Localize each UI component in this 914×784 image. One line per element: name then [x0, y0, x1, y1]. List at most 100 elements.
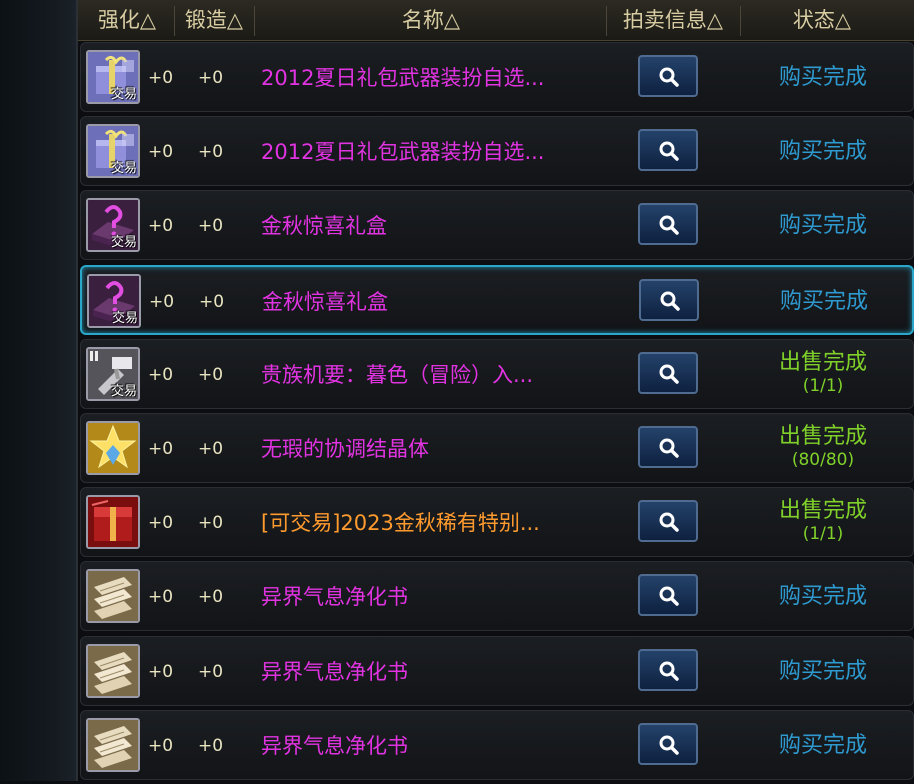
- enhance-value: +0: [148, 68, 174, 88]
- trade-tag: 交易: [110, 235, 137, 251]
- status-text: 购买完成: [741, 659, 905, 685]
- trade-tag: 交易: [110, 161, 137, 177]
- search-icon: [659, 438, 679, 458]
- red-chest-icon[interactable]: [86, 495, 140, 550]
- scroll-icon[interactable]: [86, 643, 140, 698]
- status-label: 购买完成: [778, 213, 867, 239]
- silver-hammer-icon[interactable]: 交易: [86, 346, 140, 401]
- forge-value: +0: [199, 291, 225, 312]
- search-icon: [659, 141, 679, 161]
- auction-list: 交易 +0 +0 2012夏日礼包武器装扮自选... 购买完成 交易 +0 +0…: [80, 42, 914, 784]
- auction-search-button[interactable]: [638, 351, 698, 394]
- auction-search-button[interactable]: [638, 722, 698, 765]
- search-icon: [660, 291, 680, 311]
- mystery-box-icon[interactable]: 交易: [87, 273, 141, 328]
- auction-search-button[interactable]: [638, 203, 698, 246]
- forge-value: +0: [198, 735, 224, 756]
- mystery-box-icon[interactable]: 交易: [86, 198, 140, 253]
- status-label: 购买完成: [778, 658, 867, 684]
- status-text: 出售完成 (80/80): [741, 424, 905, 470]
- status-text: 购买完成: [741, 733, 905, 759]
- auction-row[interactable]: 交易 +0 +0 贵族机要：暮色（冒险）入... 出售完成 (1/1): [80, 338, 914, 409]
- item-name[interactable]: 2012夏日礼包武器装扮自选...: [261, 66, 544, 90]
- auction-search-button[interactable]: [639, 278, 699, 321]
- header-divider: [606, 6, 607, 36]
- enhance-value: +0: [148, 513, 174, 534]
- star-crystal-icon[interactable]: [86, 420, 140, 475]
- item-name[interactable]: 异界气息净化书: [261, 585, 408, 609]
- status-label: 出售完成: [778, 498, 867, 524]
- enhance-value: +0: [148, 142, 174, 163]
- status-count: (1/1): [802, 524, 844, 545]
- forge-value: +0: [198, 587, 224, 608]
- left-panel-background: [0, 0, 78, 781]
- auction-search-button[interactable]: [638, 574, 698, 617]
- status-label: 购买完成: [778, 732, 867, 758]
- item-name[interactable]: 金秋惊喜礼盒: [262, 290, 388, 314]
- trade-tag: 交易: [110, 383, 137, 399]
- auction-row[interactable]: 交易 +0 +0 金秋惊喜礼盒 购买完成: [80, 264, 914, 335]
- item-name[interactable]: 金秋惊喜礼盒: [261, 214, 387, 238]
- auction-row[interactable]: 交易 +0 +0 2012夏日礼包武器装扮自选... 购买完成: [80, 42, 914, 112]
- auction-row[interactable]: 交易 +0 +0 金秋惊喜礼盒 购买完成: [80, 190, 914, 261]
- header-status[interactable]: 状态△: [742, 0, 902, 40]
- auction-row[interactable]: 交易 +0 +0 2012夏日礼包武器装扮自选... 购买完成: [80, 116, 914, 187]
- item-name[interactable]: 无瑕的协调结晶体: [261, 437, 429, 461]
- status-text: 购买完成: [742, 289, 906, 315]
- forge-value: +0: [198, 68, 224, 88]
- auction-search-button[interactable]: [638, 648, 698, 691]
- enhance-value: +0: [148, 587, 174, 608]
- enhance-value: +0: [148, 216, 174, 237]
- status-text: 购买完成: [741, 213, 905, 239]
- header-forge[interactable]: 锻造△: [176, 0, 252, 40]
- auction-search-button[interactable]: [638, 129, 698, 172]
- enhance-value: +0: [148, 438, 174, 459]
- gift-box-ribbon-icon[interactable]: 交易: [86, 50, 140, 104]
- status-text: 出售完成 (1/1): [741, 350, 905, 396]
- item-name[interactable]: [可交易]2023金秋稀有特别...: [261, 511, 540, 535]
- auction-row[interactable]: +0 +0 异界气息净化书 购买完成: [80, 709, 914, 780]
- search-icon: [659, 735, 679, 755]
- item-name[interactable]: 异界气息净化书: [261, 660, 408, 684]
- enhance-value: +0: [148, 364, 174, 385]
- header-enhance[interactable]: 强化△: [84, 0, 170, 40]
- item-name[interactable]: 异界气息净化书: [261, 734, 408, 758]
- status-text: 出售完成 (1/1): [741, 498, 905, 544]
- status-count: (1/1): [802, 375, 844, 396]
- table-header: 强化△ 锻造△ 名称△ 拍卖信息△ 状态△: [78, 0, 914, 41]
- auction-search-button[interactable]: [638, 55, 698, 97]
- status-text: 购买完成: [741, 584, 905, 610]
- auction-row[interactable]: +0 +0 无瑕的协调结晶体 出售完成 (80/80): [80, 412, 914, 483]
- status-label: 购买完成: [779, 288, 868, 314]
- auction-row[interactable]: +0 +0 异界气息净化书 购买完成: [80, 635, 914, 706]
- forge-value: +0: [198, 364, 224, 385]
- forge-value: +0: [198, 661, 224, 682]
- enhance-value: +0: [148, 735, 174, 756]
- status-label: 购买完成: [778, 139, 867, 165]
- item-name[interactable]: 2012夏日礼包武器装扮自选...: [261, 140, 544, 164]
- forge-value: +0: [198, 216, 224, 237]
- auction-row[interactable]: +0 +0 异界气息净化书 购买完成: [80, 561, 914, 632]
- status-label: 购买完成: [778, 65, 867, 90]
- scroll-icon[interactable]: [86, 717, 140, 772]
- header-name[interactable]: 名称△: [256, 0, 606, 40]
- trade-tag: 交易: [110, 87, 137, 102]
- auction-search-button[interactable]: [638, 500, 698, 543]
- item-name[interactable]: 贵族机要：暮色（冒险）入...: [261, 363, 533, 387]
- forge-value: +0: [198, 438, 224, 459]
- status-text: 购买完成: [741, 65, 905, 91]
- forge-value: +0: [198, 142, 224, 163]
- auction-search-button[interactable]: [638, 425, 698, 468]
- auction-row[interactable]: +0 +0 [可交易]2023金秋稀有特别... 出售完成 (1/1): [80, 487, 914, 558]
- search-icon: [659, 67, 679, 87]
- trade-tag: 交易: [111, 310, 138, 326]
- status-label: 购买完成: [778, 584, 867, 610]
- scroll-icon[interactable]: [86, 569, 140, 624]
- forge-value: +0: [198, 513, 224, 534]
- header-auction-info[interactable]: 拍卖信息△: [608, 0, 738, 40]
- header-divider: [254, 6, 255, 36]
- gift-box-ribbon-icon[interactable]: 交易: [86, 124, 140, 179]
- status-count: (80/80): [791, 449, 855, 470]
- search-icon: [659, 586, 679, 607]
- status-label: 出售完成: [778, 423, 867, 449]
